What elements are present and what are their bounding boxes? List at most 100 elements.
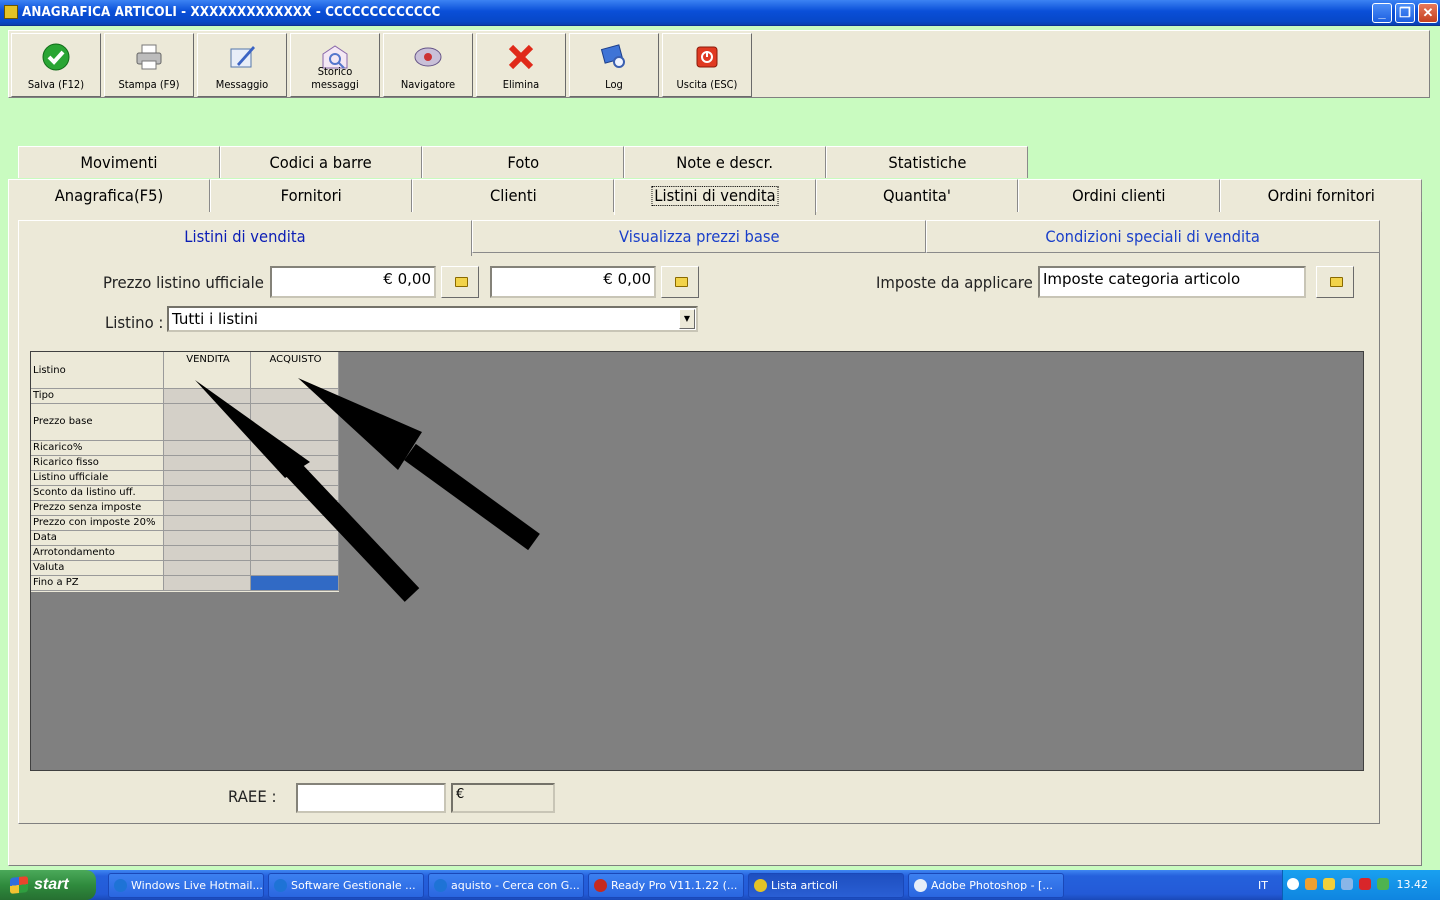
system-tray: 13.42 [1282, 870, 1440, 900]
tab-fornitori[interactable]: Fornitori [210, 179, 412, 212]
grid-cell-vendita[interactable] [164, 471, 251, 486]
prezzo-browse-button-1[interactable] [441, 266, 479, 298]
grid-cell-acquisto[interactable] [251, 531, 339, 546]
grid-cell-acquisto[interactable] [251, 471, 339, 486]
tab-ordini-clienti[interactable]: Ordini clienti [1018, 179, 1220, 212]
grid-row-label: Prezzo con imposte 20% [31, 516, 164, 531]
grid-cell-acquisto[interactable] [251, 561, 339, 576]
message-button[interactable]: Messaggio [197, 33, 287, 97]
listino-label: Listino : [105, 313, 164, 332]
ie-icon [274, 879, 287, 892]
grid-cell-acquisto-selected[interactable] [251, 576, 339, 591]
ie-icon [114, 879, 127, 892]
tab-statistiche[interactable]: Statistiche [826, 146, 1028, 178]
grid-cell-acquisto[interactable] [251, 516, 339, 531]
grid-cell-vendita[interactable] [164, 501, 251, 516]
grid-cell-acquisto[interactable] [251, 546, 339, 561]
taskbar-item-cerca[interactable]: aquisto - Cerca con G... [428, 873, 584, 898]
grid-cell-vendita[interactable] [164, 561, 251, 576]
tab-anagrafica[interactable]: Anagrafica(F5) [8, 179, 210, 212]
grid-row-label: Prezzo senza imposte [31, 501, 164, 516]
message-label: Messaggio [215, 78, 269, 91]
subtab-listini-di-vendita[interactable]: Listini di vendita [18, 220, 472, 256]
messenger-icon[interactable] [1377, 878, 1389, 890]
tab-clienti[interactable]: Clienti [412, 179, 614, 212]
grid-cell-vendita[interactable] [164, 404, 251, 441]
grid-cell-vendita[interactable] [164, 516, 251, 531]
grid-cell-acquisto[interactable] [251, 404, 339, 441]
start-button[interactable]: start [0, 870, 96, 900]
subtab-visualizza-prezzi-base[interactable]: Visualizza prezzi base [472, 220, 926, 253]
grid-cell-vendita[interactable] [164, 546, 251, 561]
navigator-icon [414, 47, 442, 67]
network-icon[interactable] [1341, 878, 1353, 890]
save-button[interactable]: Salva (F12) [11, 33, 101, 97]
tab-listini-di-vendita[interactable]: Listini di vendita [614, 179, 816, 215]
app-icon [4, 5, 18, 19]
log-icon [600, 44, 625, 68]
navigator-button[interactable]: Navigatore [383, 33, 473, 97]
grid-cell-acquisto[interactable] [251, 501, 339, 516]
close-button[interactable]: ✕ [1418, 3, 1438, 23]
chevron-down-icon[interactable]: ▼ [679, 309, 695, 329]
print-button[interactable]: Stampa (F9) [104, 33, 194, 97]
imposte-label: Imposte da applicare : [876, 273, 1043, 292]
tray-app-icon[interactable] [1305, 878, 1317, 890]
title-bar: ANAGRAFICA ARTICOLI - XXXXXXXXXXXXX - CC… [0, 0, 1440, 26]
grid-row-label: Arrotondamento [31, 546, 164, 561]
delete-label: Elimina [502, 78, 540, 91]
navigator-label: Navigatore [400, 78, 456, 91]
message-icon [230, 46, 255, 68]
grid-cell-vendita[interactable] [164, 456, 251, 471]
taskbar-item-software-gestionale[interactable]: Software Gestionale ... [268, 873, 424, 898]
prezzo-listino-field-2[interactable]: € 0,00 [490, 266, 656, 298]
imposte-browse-button[interactable] [1316, 266, 1354, 298]
subtab-condizioni-speciali[interactable]: Condizioni speciali di vendita [926, 220, 1380, 253]
antivirus-icon[interactable] [1359, 878, 1371, 890]
tab-note-e-descr[interactable]: Note e descr. [624, 146, 826, 178]
prezzo-browse-button-2[interactable] [661, 266, 699, 298]
grid-cell-vendita[interactable] [164, 441, 251, 456]
grid-cell-vendita[interactable] [164, 389, 251, 404]
grid-cell-acquisto[interactable] [251, 389, 339, 404]
tab-codici-a-barre[interactable]: Codici a barre [220, 146, 422, 178]
grid-row-label: Sconto da listino uff. [31, 486, 164, 501]
raee-label: RAEE : [228, 787, 277, 806]
log-button[interactable]: Log [569, 33, 659, 97]
message-history-label: Storico messaggi [311, 65, 359, 91]
ready-pro-icon [594, 879, 607, 892]
restore-button[interactable]: ❐ [1395, 3, 1415, 23]
check-icon [42, 43, 70, 71]
taskbar-item-lista-articoli[interactable]: Lista articoli [748, 873, 904, 898]
listino-select[interactable]: Tutti i listini ▼ [167, 306, 698, 332]
prezzo-listino-field-1[interactable]: € 0,00 [270, 266, 436, 298]
grid-cell-vendita[interactable] [164, 531, 251, 546]
grid-cell-vendita[interactable] [164, 576, 251, 591]
language-indicator[interactable]: IT [1258, 879, 1268, 892]
grid-column-header-acquisto[interactable]: ACQUISTO [251, 352, 339, 389]
folder-icon [1330, 277, 1343, 287]
grid-cell-acquisto[interactable] [251, 486, 339, 501]
tab-movimenti[interactable]: Movimenti [18, 146, 220, 178]
tab-ordini-fornitori[interactable]: Ordini fornitori [1220, 179, 1422, 212]
grid-cell-acquisto[interactable] [251, 456, 339, 471]
exit-icon [696, 46, 718, 68]
tab-foto[interactable]: Foto [422, 146, 624, 178]
taskbar-item-photoshop[interactable]: Adobe Photoshop - [... [908, 873, 1064, 898]
shield-icon[interactable] [1323, 878, 1335, 890]
exit-button[interactable]: Uscita (ESC) [662, 33, 752, 97]
message-history-button[interactable]: Storico messaggi [290, 33, 380, 97]
grid-column-header-vendita[interactable]: VENDITA [164, 352, 251, 389]
tab-quantita[interactable]: Quantita' [816, 179, 1018, 212]
minimize-button[interactable]: _ [1372, 3, 1392, 23]
raee-field[interactable] [296, 783, 446, 813]
back-arrow-icon[interactable] [1287, 878, 1299, 890]
listino-select-value: Tutti i listini [172, 310, 258, 328]
grid-cell-vendita[interactable] [164, 486, 251, 501]
taskbar-item-hotmail[interactable]: Windows Live Hotmail... [108, 873, 264, 898]
grid-cell-acquisto[interactable] [251, 441, 339, 456]
taskbar-item-ready-pro[interactable]: Ready Pro V11.1.22 (... [588, 873, 744, 898]
delete-button[interactable]: Elimina [476, 33, 566, 97]
delete-icon [508, 44, 534, 70]
imposte-field[interactable]: Imposte categoria articolo [1038, 266, 1306, 298]
